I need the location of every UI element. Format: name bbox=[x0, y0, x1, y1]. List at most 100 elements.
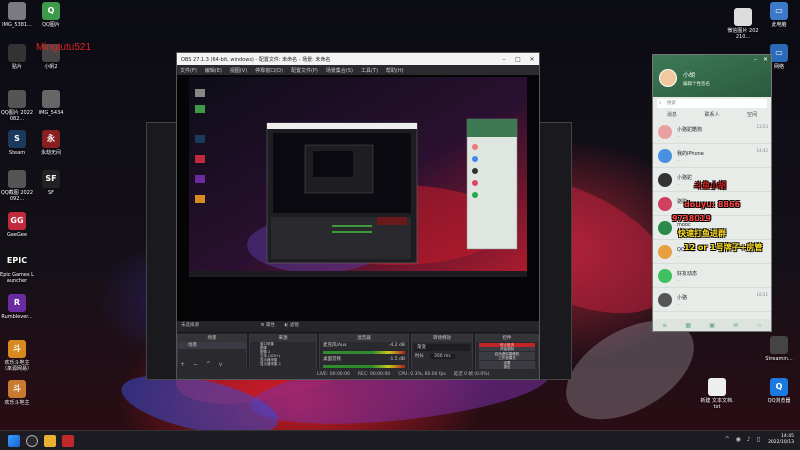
control-button[interactable]: 开始录制 bbox=[479, 347, 535, 351]
filters-button[interactable]: ◐ 滤镜 bbox=[284, 323, 298, 328]
desktop-icon[interactable]: Streamin... bbox=[762, 336, 796, 362]
volume-icon[interactable]: ♪ bbox=[747, 436, 751, 443]
desktop-icon[interactable]: R Rumblever... bbox=[0, 294, 34, 320]
control-button[interactable]: 工作室模式 bbox=[479, 356, 535, 360]
desktop-icon[interactable]: QQ图片 2022082... bbox=[0, 90, 34, 122]
obs-menu-item[interactable]: 工具(T) bbox=[361, 67, 378, 74]
desktop-icon[interactable]: 永永劫无间 bbox=[34, 130, 68, 156]
desktop-icon[interactable]: SF SF bbox=[34, 170, 68, 196]
obs-menu-item[interactable]: 编辑(E) bbox=[205, 67, 222, 74]
qq-signature[interactable]: 编辑个性签名 bbox=[683, 81, 710, 87]
transition-select[interactable]: 渐变 bbox=[414, 344, 470, 351]
taskbar-clock[interactable]: 14:45 2022/10/13 bbox=[768, 434, 794, 446]
obs-preview[interactable] bbox=[177, 75, 539, 321]
file-icon bbox=[8, 44, 26, 62]
desktop-icon[interactable]: S Steam bbox=[0, 130, 34, 156]
desktop-icon[interactable]: GG GeeGee bbox=[0, 212, 34, 238]
avatar bbox=[658, 124, 672, 139]
epic-icon: EPIC bbox=[7, 252, 27, 270]
apps-icon[interactable]: ▦ bbox=[685, 322, 691, 329]
volume-meter[interactable] bbox=[323, 351, 405, 354]
qq-bottom-bar: ≡ ▦ ▣ ✉ ☆ bbox=[653, 319, 771, 331]
qq-search-input[interactable]: ⌕ 搜索 bbox=[657, 99, 767, 108]
minimize-icon[interactable]: – bbox=[754, 56, 757, 63]
properties-button[interactable]: ⚙ 属性 bbox=[260, 323, 274, 328]
battery-icon[interactable]: ▯ bbox=[757, 436, 760, 443]
obs-taskbar-icon[interactable] bbox=[26, 435, 38, 447]
overlay-line: 快速打鱼进群 bbox=[678, 229, 726, 238]
start-icon[interactable] bbox=[8, 435, 20, 447]
obs-menu-item[interactable]: 帮助(H) bbox=[386, 67, 404, 74]
avatar[interactable] bbox=[659, 69, 677, 87]
file-explorer-icon[interactable] bbox=[44, 435, 56, 447]
desktop-icon[interactable]: 斗欢乐斗地主（來源网易） bbox=[0, 340, 34, 372]
obs-titlebar[interactable]: OBS 27.1.3 (64-bit, windows) - 配置文件: 未命名… bbox=[177, 53, 539, 65]
desktop-icon[interactable]: Q QQ浏览器 bbox=[762, 378, 796, 404]
qq-tab[interactable]: 消息 bbox=[667, 110, 677, 120]
control-button[interactable]: 设置 bbox=[479, 360, 535, 365]
obs-statusbar: LIVE: 00:00:00 REC: 00:00:00 CPU: 0.3%, … bbox=[177, 369, 539, 379]
message-time: 10:21 bbox=[756, 292, 768, 297]
obs-menu-item[interactable]: 停靠窗口(D) bbox=[255, 67, 283, 74]
qq-window[interactable]: 小胡 编辑个性签名 ✕ – ⌕ 搜索 消息 联系人 空间 小骆驼酷狗... 13:53… bbox=[652, 54, 772, 332]
obs-window[interactable]: OBS 27.1.3 (64-bit, windows) - 配置文件: 未命名… bbox=[176, 52, 540, 380]
desktop-icon[interactable]: QQ截图 2022092... bbox=[0, 170, 34, 202]
desktop-icon[interactable]: IMG_5434 bbox=[34, 90, 68, 116]
desktop-icon[interactable]: EPIC Epic Games Launcher bbox=[0, 252, 34, 284]
dock-toolbar[interactable]: + − ^ v bbox=[180, 361, 225, 368]
network-icon[interactable]: ◉ bbox=[736, 436, 741, 443]
control-button[interactable]: 启动虚拟摄像机 bbox=[479, 351, 535, 356]
live-timer: LIVE: 00:00:00 bbox=[317, 371, 350, 377]
desktop-icon[interactable]: IMG_5381... bbox=[0, 2, 34, 28]
close-icon[interactable]: ✕ bbox=[525, 56, 539, 63]
list-item[interactable]: 好友动态... bbox=[653, 264, 771, 288]
folder-icon[interactable]: ▣ bbox=[709, 322, 715, 329]
qq-tab[interactable]: 空间 bbox=[747, 110, 757, 120]
desktop-icon[interactable]: Q QQ图片 bbox=[34, 2, 68, 28]
mixer-channel-name: 桌面音频 bbox=[323, 357, 341, 362]
game-icon: 斗 bbox=[8, 380, 26, 398]
list-item[interactable]: 小骆驼酷狗... 13:53 bbox=[653, 120, 771, 144]
source-item[interactable]: 显示器采集 2 bbox=[250, 362, 316, 366]
message-preview: ... bbox=[677, 132, 681, 138]
desktop-icon[interactable]: 贴片 bbox=[0, 44, 34, 70]
obs-menu-item[interactable]: 文件(F) bbox=[180, 67, 197, 74]
source-toolbar: 未选择源 ⚙ 属性 ◐ 滤镜 bbox=[177, 321, 539, 331]
app-icon[interactable] bbox=[62, 435, 74, 447]
qq-tabs: 消息 联系人 空间 bbox=[653, 110, 771, 120]
qq-tab[interactable]: 联系人 bbox=[704, 110, 719, 120]
minimize-icon[interactable]: – bbox=[497, 56, 511, 63]
desktop-icon-label: IMG_5434 bbox=[38, 110, 64, 116]
chevron-up-icon[interactable]: ^ bbox=[725, 436, 730, 443]
obs-menu-item[interactable]: 场景集合(S) bbox=[326, 67, 353, 74]
star-icon[interactable]: ☆ bbox=[756, 322, 761, 329]
control-button[interactable]: 停止推流 bbox=[479, 342, 535, 347]
desktop-icon[interactable]: 微信图片 202210... bbox=[726, 8, 760, 40]
contact-name: 好友动态 bbox=[677, 270, 698, 277]
mail-icon[interactable]: ✉ bbox=[733, 322, 738, 329]
volume-meter[interactable] bbox=[323, 365, 405, 368]
scene-item[interactable]: 场景 bbox=[178, 342, 246, 349]
desktop-icon[interactable]: 斗欢乐斗地主 bbox=[0, 380, 34, 406]
list-item[interactable]: 小骆... 10:21 bbox=[653, 288, 771, 312]
geegee-icon: GG bbox=[8, 212, 26, 230]
dock-title: 转场特效 bbox=[412, 335, 472, 342]
message-time: 13:53 bbox=[756, 124, 768, 129]
steam-icon: S bbox=[8, 130, 26, 148]
obs-menu-item[interactable]: 配置文件(P) bbox=[291, 67, 318, 74]
maximize-icon[interactable]: □ bbox=[511, 56, 525, 63]
list-item[interactable]: 我的iPhone... 14:42 bbox=[653, 144, 771, 168]
desktop-icon-label: 新建 文本文档.txt bbox=[700, 398, 734, 410]
image-icon bbox=[8, 90, 26, 108]
mixer-channel-level: -4.2 dB bbox=[388, 343, 405, 348]
duration-input[interactable]: 300 ms bbox=[430, 354, 455, 359]
menu-icon[interactable]: ≡ bbox=[662, 322, 667, 329]
dock-title: 场景 bbox=[178, 335, 246, 342]
desktop-icon[interactable]: ▭ 此电脑 bbox=[762, 2, 796, 28]
close-icon[interactable]: ✕ bbox=[763, 56, 768, 63]
avatar bbox=[658, 292, 672, 307]
obs-menu-item[interactable]: 视图(V) bbox=[230, 67, 247, 74]
desktop-icon[interactable]: 新建 文本文档.txt bbox=[700, 378, 734, 410]
rumble-icon: R bbox=[8, 294, 26, 312]
desktop-icon-label: Rumblever... bbox=[1, 314, 33, 320]
